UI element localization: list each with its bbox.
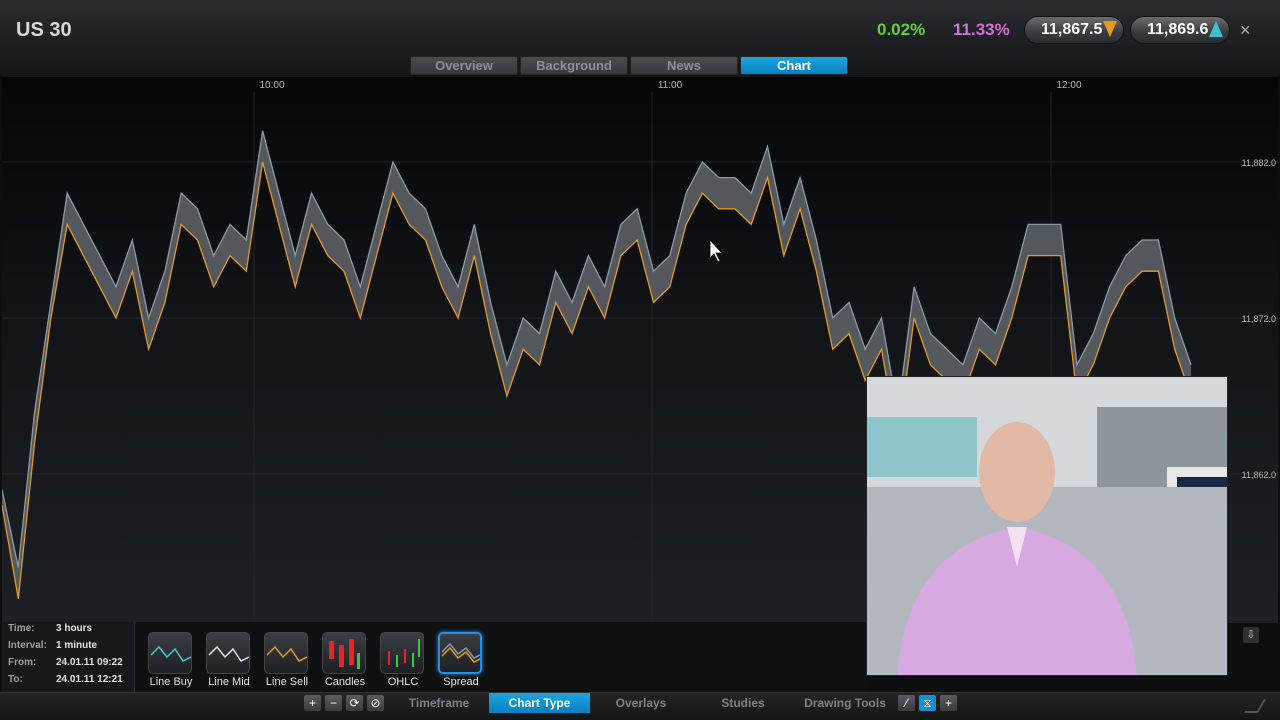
resize-grip-icon[interactable] bbox=[1243, 699, 1267, 713]
tab-background[interactable]: Background bbox=[520, 56, 628, 75]
close-icon[interactable]: × bbox=[1240, 20, 1251, 41]
tab-chart-type[interactable]: Chart Type bbox=[489, 693, 590, 713]
tab-drawing-tools[interactable]: Drawing Tools bbox=[795, 693, 895, 713]
y-tick-label: 11,882.0 bbox=[1242, 158, 1276, 168]
main-tabs: Overview Background News Chart bbox=[410, 56, 848, 75]
clear-button[interactable]: ⊘ bbox=[367, 695, 384, 711]
instrument-title: US 30 bbox=[16, 19, 72, 41]
crosshair-icon[interactable]: + bbox=[940, 695, 957, 711]
presenter-video bbox=[866, 376, 1228, 676]
tab-timeframe[interactable]: Timeframe bbox=[390, 693, 488, 713]
reset-button[interactable]: ⟳ bbox=[346, 695, 363, 711]
chart-type-line-sell[interactable]: Line Sell bbox=[258, 630, 316, 692]
sell-arrow-icon bbox=[1103, 21, 1117, 37]
chart-type-ohlc[interactable]: OHLC bbox=[374, 630, 432, 692]
draw-line-icon[interactable]: ⁄ bbox=[898, 695, 915, 711]
draw-fib-icon[interactable]: ⧖ bbox=[919, 695, 936, 711]
tab-overlays[interactable]: Overlays bbox=[591, 693, 691, 713]
buy-arrow-icon bbox=[1209, 21, 1223, 37]
chart-type-line-buy[interactable]: Line Buy bbox=[142, 630, 200, 692]
line-mid-icon bbox=[206, 632, 250, 674]
x-tick-label: 10:00 bbox=[259, 80, 284, 91]
header-bar: US 30 0.02% 11.33% 11,867.5 11,869.6 × O… bbox=[0, 0, 1280, 78]
tab-news[interactable]: News bbox=[630, 56, 738, 75]
y-tick-label: 11,862.0 bbox=[1242, 470, 1276, 480]
y-tick-label: 11,872.0 bbox=[1242, 314, 1276, 324]
line-sell-icon bbox=[264, 632, 308, 674]
chart-type-candles[interactable]: Candles bbox=[316, 630, 374, 692]
second-percent: 11.33% bbox=[953, 20, 1010, 39]
chart-type-spread[interactable]: Spread bbox=[432, 630, 490, 692]
change-percent: 0.02% bbox=[877, 20, 926, 39]
candles-icon bbox=[322, 632, 366, 674]
zoom-out-button[interactable]: − bbox=[325, 695, 342, 711]
tab-chart[interactable]: Chart bbox=[740, 56, 848, 75]
collapse-panel-icon[interactable]: ⇩ bbox=[1243, 627, 1259, 643]
mouse-cursor bbox=[709, 238, 723, 263]
chart-type-panel: Line Buy Line Mid Line Sell Candles OHLC… bbox=[136, 622, 866, 692]
buy-price: 11,869.6 bbox=[1147, 21, 1209, 38]
chart-type-line-mid[interactable]: Line Mid bbox=[200, 630, 258, 692]
sell-price-button[interactable]: 11,867.5 bbox=[1024, 16, 1124, 44]
ohlc-icon bbox=[380, 632, 424, 674]
sell-price: 11,867.5 bbox=[1041, 21, 1103, 38]
x-tick-label: 11:00 bbox=[658, 80, 683, 91]
presenter-image bbox=[867, 377, 1227, 675]
buy-price-button[interactable]: 11,869.6 bbox=[1130, 16, 1230, 44]
zoom-in-button[interactable]: + bbox=[304, 695, 321, 711]
x-tick-label: 12:00 bbox=[1056, 80, 1081, 91]
trading-window: US 30 0.02% 11.33% 11,867.5 11,869.6 × O… bbox=[0, 0, 1280, 720]
bottom-toolbar: + − ⟳ ⊘ Timeframe Chart Type Overlays St… bbox=[0, 692, 1280, 720]
spread-icon bbox=[438, 632, 482, 674]
line-buy-icon bbox=[148, 632, 192, 674]
tab-overview[interactable]: Overview bbox=[410, 56, 518, 75]
chart-info-panel: Time: 3 hours Interval: 1 minute From: 24.0… bbox=[2, 622, 135, 692]
tab-studies[interactable]: Studies bbox=[692, 693, 794, 713]
